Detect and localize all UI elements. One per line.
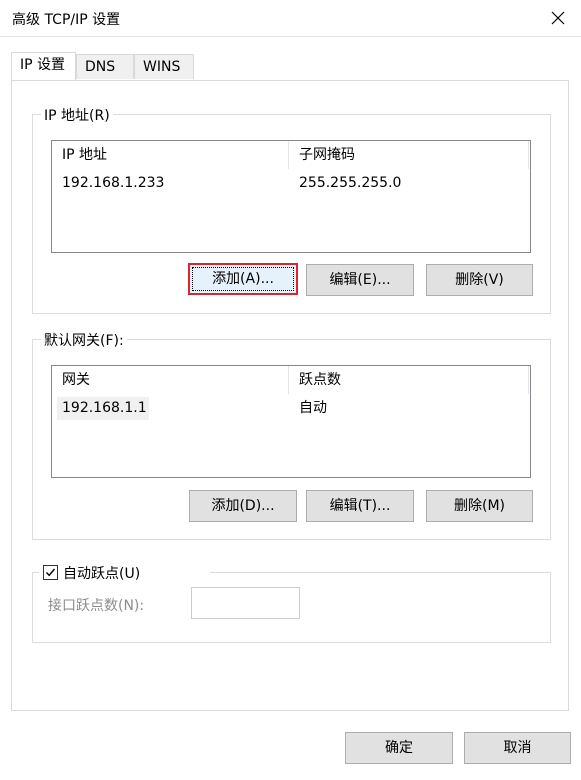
column-header-ip[interactable]: IP 地址 xyxy=(62,141,107,169)
close-button[interactable] xyxy=(535,0,581,36)
automatic-metric-label[interactable]: 自动跃点(U) xyxy=(63,563,140,583)
checkmark-icon xyxy=(45,568,56,577)
gateway-list[interactable]: 网关 跃点数 192.168.1.1 自动 xyxy=(51,365,531,478)
add-gateway-button[interactable]: 添加(D)... xyxy=(189,490,297,522)
window-title: 高级 TCP/IP 设置 xyxy=(12,12,121,28)
ip-address-legend: IP 地址(R) xyxy=(41,105,113,125)
column-separator[interactable] xyxy=(528,366,529,394)
tab-dns[interactable]: DNS xyxy=(76,54,134,79)
ip-address-list[interactable]: IP 地址 子网掩码 192.168.1.233 255.255.255.0 xyxy=(51,140,531,253)
ip-address-cell[interactable]: 192.168.1.233 xyxy=(62,172,164,194)
interface-metric-label: 接口跃点数(N): xyxy=(48,598,145,614)
automatic-metric-group: 自动跃点(U) 接口跃点数(N): xyxy=(32,561,551,643)
focus-rectangle xyxy=(192,267,294,291)
gateway-cell[interactable]: 192.168.1.1 xyxy=(62,397,147,419)
metric-cell[interactable]: 自动 xyxy=(299,397,327,419)
default-gateway-legend: 默认网关(F): xyxy=(41,330,127,350)
column-header-mask[interactable]: 子网掩码 xyxy=(299,141,355,169)
ip-address-group: IP 地址(R) IP 地址 子网掩码 192.168.1.233 255.25… xyxy=(32,105,551,314)
automatic-metric-header: 自动跃点(U) xyxy=(39,561,210,583)
edit-ip-button[interactable]: 编辑(E)... xyxy=(306,264,414,296)
tab-ip-settings[interactable]: IP 设置 xyxy=(11,52,76,80)
edit-gateway-button[interactable]: 编辑(T)... xyxy=(306,490,414,522)
column-separator[interactable] xyxy=(528,141,529,169)
column-separator[interactable] xyxy=(288,141,289,169)
automatic-metric-checkbox[interactable] xyxy=(43,565,58,580)
column-header-gateway[interactable]: 网关 xyxy=(62,366,90,394)
column-header-metric[interactable]: 跃点数 xyxy=(299,366,341,394)
tab-wins[interactable]: WINS xyxy=(134,54,194,79)
subnet-mask-cell[interactable]: 255.255.255.0 xyxy=(299,172,401,194)
tab-panel: IP 地址(R) IP 地址 子网掩码 192.168.1.233 255.25… xyxy=(11,80,569,711)
default-gateway-group: 默认网关(F): 网关 跃点数 192.168.1.1 自动 添加(D)... … xyxy=(32,330,551,540)
column-separator[interactable] xyxy=(288,366,289,394)
add-ip-button[interactable]: 添加(A)... xyxy=(188,263,298,295)
close-icon xyxy=(551,11,565,25)
delete-ip-button[interactable]: 删除(V) xyxy=(426,264,533,296)
ok-button[interactable]: 确定 xyxy=(345,732,453,764)
title-bar: 高级 TCP/IP 设置 xyxy=(0,0,581,37)
cancel-button[interactable]: 取消 xyxy=(464,732,571,764)
interface-metric-input[interactable] xyxy=(191,587,300,619)
delete-gateway-button[interactable]: 删除(M) xyxy=(426,490,533,522)
